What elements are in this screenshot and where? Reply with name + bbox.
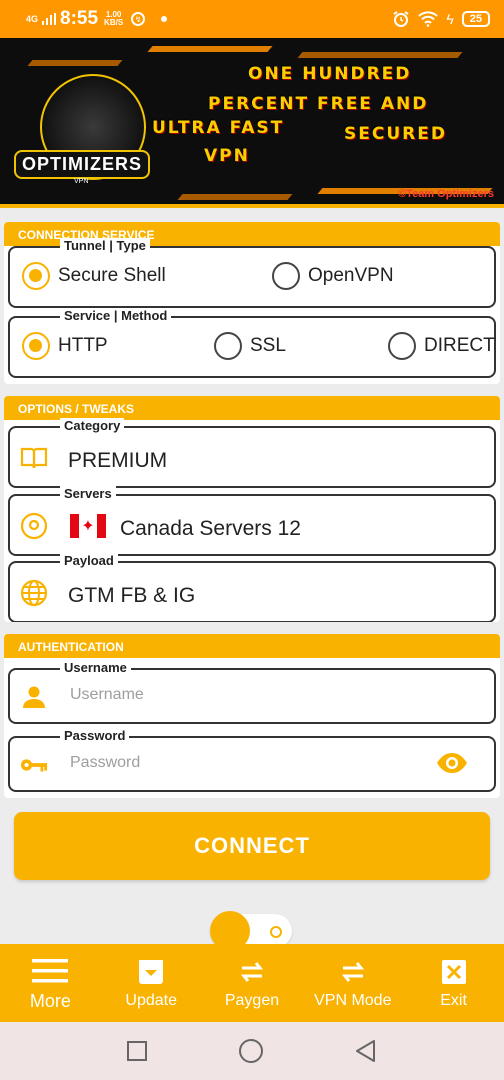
radio-unselected-icon xyxy=(388,332,416,360)
update-icon xyxy=(137,956,165,988)
logo-text: OPTIMIZERS xyxy=(14,150,151,179)
nav-label: VPN Mode xyxy=(314,992,392,1009)
radio-unselected-icon xyxy=(214,332,242,360)
toggle-off-indicator-icon xyxy=(270,926,282,938)
book-icon xyxy=(20,444,48,472)
logo-subtext: VPN xyxy=(74,178,89,185)
radio-selected-icon xyxy=(22,332,50,360)
field-label: Payload xyxy=(60,553,118,568)
system-navigation-bar xyxy=(0,1022,504,1080)
key-icon xyxy=(20,751,48,779)
nav-exit[interactable]: Exit xyxy=(403,944,504,1022)
panel-header: AUTHENTICATION xyxy=(4,634,500,658)
nav-update[interactable]: Update xyxy=(101,944,202,1022)
banner-line-2: PERCENT FREE AND xyxy=(208,94,429,114)
battery-indicator: 25 xyxy=(461,11,490,27)
radio-label: OpenVPN xyxy=(308,265,394,286)
radio-unselected-icon xyxy=(272,262,300,290)
show-password-eye-icon[interactable] xyxy=(436,752,468,779)
payload-value: GTM FB & IG xyxy=(68,584,196,607)
banner-line-3b: SECURED xyxy=(344,124,447,144)
username-field[interactable]: Username Username xyxy=(8,660,496,724)
globe-icon xyxy=(20,579,48,607)
panel-header: OPTIONS / TWEAKS xyxy=(4,396,500,420)
swap-icon xyxy=(238,956,266,988)
status-time: 8:55 xyxy=(60,8,99,29)
radio-http[interactable]: HTTP xyxy=(22,332,108,360)
category-select[interactable]: Category PREMIUM xyxy=(8,418,496,488)
field-label: Username xyxy=(60,660,131,675)
location-pin-icon xyxy=(20,512,48,540)
nav-more[interactable]: More xyxy=(0,944,101,1022)
nav-vpn-mode[interactable]: VPN Mode xyxy=(302,944,403,1022)
radio-selected-icon xyxy=(22,262,50,290)
connect-button[interactable]: CONNECT xyxy=(14,812,490,880)
field-label: Password xyxy=(60,728,130,743)
connection-service-panel: CONNECTION SERVICE Tunnel | Type Secure … xyxy=(4,222,500,384)
username-input[interactable]: Username xyxy=(70,686,144,704)
field-label: Category xyxy=(60,418,125,433)
authentication-panel: AUTHENTICATION Username Username Passwor… xyxy=(4,634,500,798)
recent-apps-icon[interactable] xyxy=(126,1040,148,1062)
nav-label: More xyxy=(29,990,71,1011)
servers-select[interactable]: Servers ✦ Canada Servers 12 xyxy=(8,486,496,556)
bottom-navigation: More Update Paygen VPN Mode Exit xyxy=(0,944,504,1022)
radio-label: DIRECT xyxy=(424,335,495,356)
mode-toggle[interactable] xyxy=(210,911,292,951)
radio-direct[interactable]: DIRECT xyxy=(388,332,495,360)
signal-icon xyxy=(42,13,57,25)
nav-label: Paygen xyxy=(224,992,280,1009)
radio-ssl[interactable]: SSL xyxy=(214,332,286,360)
banner-line-4: VPN xyxy=(204,146,250,166)
status-bar: 4G 8:55 1.00 KB/S ↯ ϟ 25 xyxy=(0,0,504,38)
password-input[interactable]: Password xyxy=(70,754,140,772)
person-icon xyxy=(20,683,48,711)
network-indicator: 4G xyxy=(26,13,39,24)
nav-paygen[interactable]: Paygen xyxy=(202,944,303,1022)
banner-line-1: ONE HUNDRED xyxy=(248,64,412,84)
service-method-group: Service | Method HTTP SSL DIRECT xyxy=(8,308,496,378)
canada-flag-icon: ✦ xyxy=(70,514,106,538)
close-icon xyxy=(441,956,467,988)
field-label: Service | Method xyxy=(60,308,172,323)
radio-label: HTTP xyxy=(58,335,108,356)
charging-icon: ϟ xyxy=(446,11,454,27)
nav-label: Exit xyxy=(440,992,467,1009)
nav-label: Update xyxy=(125,992,177,1009)
wifi-icon xyxy=(418,11,439,27)
swap-icon xyxy=(339,956,367,988)
alarm-icon xyxy=(393,11,409,27)
radio-secure-shell[interactable]: Secure Shell xyxy=(22,262,166,290)
back-icon[interactable] xyxy=(354,1039,378,1063)
payload-select[interactable]: Payload GTM FB & IG xyxy=(8,553,496,622)
options-tweaks-panel: OPTIONS / TWEAKS Category PREMIUM Server… xyxy=(4,396,500,622)
data-saver-icon: ↯ xyxy=(131,12,146,26)
category-value: PREMIUM xyxy=(68,449,168,472)
radio-openvpn[interactable]: OpenVPN xyxy=(272,262,394,290)
banner-line-3: ULTRA FAST xyxy=(152,118,285,138)
field-label: Tunnel | Type xyxy=(60,238,150,253)
home-icon[interactable] xyxy=(238,1038,264,1064)
menu-icon xyxy=(32,955,69,987)
server-value: Canada Servers 12 xyxy=(120,517,301,540)
radio-label: SSL xyxy=(250,335,286,356)
field-label: Servers xyxy=(60,486,116,501)
header-banner: OPTIMIZERS VPN ONE HUNDRED PERCENT FREE … xyxy=(0,38,504,208)
network-speed: 1.00 KB/S xyxy=(104,10,124,27)
banner-credit: ©Team Optimizers xyxy=(398,188,494,200)
radio-label: Secure Shell xyxy=(58,265,166,286)
notification-dot-icon xyxy=(161,16,168,22)
password-field[interactable]: Password Password xyxy=(8,728,496,792)
tunnel-type-group: Tunnel | Type Secure Shell OpenVPN xyxy=(8,238,496,308)
